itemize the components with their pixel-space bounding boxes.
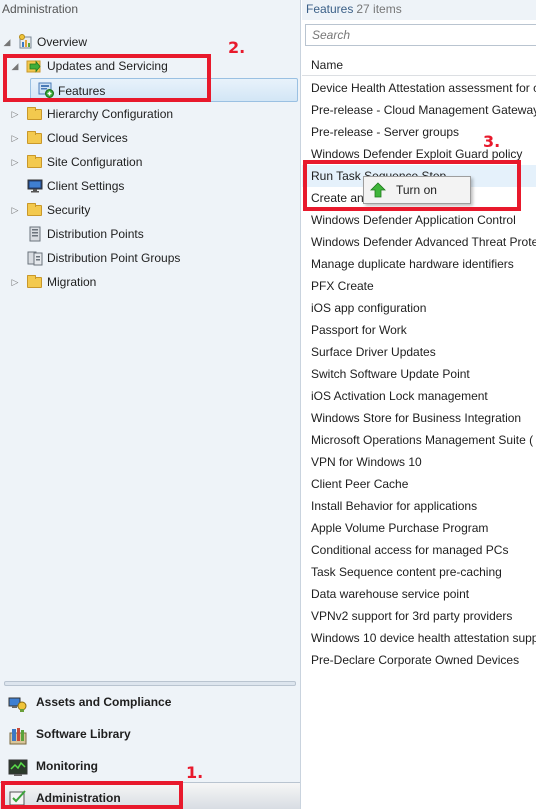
expand-icon[interactable]: ▷ (10, 102, 20, 126)
tree-item-site-configuration[interactable]: ▷ Site Configuration (0, 150, 300, 174)
workspace-monitoring[interactable]: Monitoring (0, 750, 300, 782)
results-header: Features 27 items (302, 0, 536, 20)
distribution-icon (27, 250, 43, 266)
folder-icon (27, 107, 42, 120)
annotation-box-step-2 (3, 54, 211, 102)
tree-item-client-settings[interactable]: Client Settings (0, 174, 300, 198)
folder-icon (27, 155, 42, 168)
list-item[interactable]: Conditional access for managed PCs (302, 539, 536, 561)
tree-item-distribution-points[interactable]: Distribution Points (0, 222, 300, 246)
workspace-assets-and-compliance[interactable]: Assets and Compliance (0, 686, 300, 718)
list-item[interactable]: Pre-release - Cloud Management Gateway (302, 99, 536, 121)
expand-icon[interactable]: ▷ (10, 150, 20, 174)
annotation-label-step-3: 3. (483, 132, 501, 151)
list-item[interactable]: Install Behavior for applications (302, 495, 536, 517)
column-header-name[interactable]: Name (302, 54, 536, 76)
software-library-icon (8, 725, 28, 745)
navigation-pane-title: Administration (2, 2, 79, 16)
tree-item-label: Client Settings (47, 179, 125, 193)
workspace-label: Monitoring (36, 759, 98, 773)
tree-item-hierarchy-configuration[interactable]: ▷ Hierarchy Configuration (0, 102, 300, 126)
annotation-box-step-3 (303, 160, 521, 211)
tree-item-label: Migration (47, 275, 97, 289)
list-item[interactable]: Microsoft Operations Management Suite ( (302, 429, 536, 451)
list-item[interactable]: VPN for Windows 10 (302, 451, 536, 473)
tree-item-label: Security (47, 203, 91, 217)
tree-item-label: Hierarchy Configuration (47, 107, 174, 121)
list-item[interactable]: Surface Driver Updates (302, 341, 536, 363)
annotation-box-step-1 (1, 781, 183, 809)
collapse-icon[interactable]: ◢ (2, 30, 12, 54)
tree-item-distribution-point-groups[interactable]: Distribution Point Groups (0, 246, 300, 270)
list-item[interactable]: Manage duplicate hardware identifiers (302, 253, 536, 275)
list-item[interactable]: Passport for Work (302, 319, 536, 341)
list-item[interactable]: Pre-release - Server groups (302, 121, 536, 143)
tree-item-label: Site Configuration (47, 155, 143, 169)
list-item[interactable]: PFX Create (302, 275, 536, 297)
search-input[interactable]: Search (305, 24, 536, 46)
list-item[interactable]: VPNv2 support for 3rd party providers (302, 605, 536, 627)
workspace-label: Assets and Compliance (36, 695, 172, 709)
monitor-icon (27, 178, 43, 194)
list-item[interactable]: Task Sequence content pre-caching (302, 561, 536, 583)
tree-item-label: Cloud Services (47, 131, 128, 145)
monitoring-icon (8, 757, 28, 776)
list-item[interactable]: Data warehouse service point (302, 583, 536, 605)
workspace-software-library[interactable]: Software Library (0, 718, 300, 750)
annotation-label-step-1: 1. (186, 763, 204, 782)
tree-item-security[interactable]: ▷ Security (0, 198, 300, 222)
list-item[interactable]: iOS app configuration (302, 297, 536, 319)
tree-item-label: Distribution Points (47, 227, 144, 241)
tree-item-label: Overview (37, 35, 88, 49)
overview-icon (18, 34, 34, 50)
list-item[interactable]: Windows Store for Business Integration (302, 407, 536, 429)
list-item[interactable]: Pre-Declare Corporate Owned Devices (302, 649, 536, 671)
tree-item-cloud-services[interactable]: ▷ Cloud Services (0, 126, 300, 150)
results-pane: Features 27 items Search Name Device Heal… (302, 0, 536, 809)
list-item[interactable]: Windows Defender Advanced Threat Prote (302, 231, 536, 253)
list-item[interactable]: iOS Activation Lock management (302, 385, 536, 407)
folder-icon (27, 275, 42, 288)
list-item[interactable]: Apple Volume Purchase Program (302, 517, 536, 539)
expand-icon[interactable]: ▷ (10, 270, 20, 294)
expand-icon[interactable]: ▷ (10, 126, 20, 150)
annotation-label-step-2: 2. (228, 38, 246, 57)
tree-item-overview[interactable]: ◢ Overview (0, 30, 300, 54)
folder-icon (27, 131, 42, 144)
navigation-pane: Administration ◢ Overview ◢ Updates and … (0, 0, 301, 809)
tree-item-migration[interactable]: ▷ Migration (0, 270, 300, 294)
expand-icon[interactable]: ▷ (10, 198, 20, 222)
workspace-label: Software Library (36, 727, 131, 741)
list-item[interactable]: Windows Defender Application Control (302, 209, 536, 231)
results-title: Features (306, 2, 354, 16)
list-item[interactable]: Client Peer Cache (302, 473, 536, 495)
tree-item-label: Distribution Point Groups (47, 251, 181, 265)
results-count: 27 items (356, 2, 402, 16)
distribution-icon (27, 226, 43, 242)
list-item[interactable]: Switch Software Update Point (302, 363, 536, 385)
list-item[interactable]: Device Health Attestation assessment for… (302, 77, 536, 99)
assets-icon (8, 693, 28, 712)
folder-icon (27, 203, 42, 216)
list-item[interactable]: Windows 10 device health attestation sup… (302, 627, 536, 649)
